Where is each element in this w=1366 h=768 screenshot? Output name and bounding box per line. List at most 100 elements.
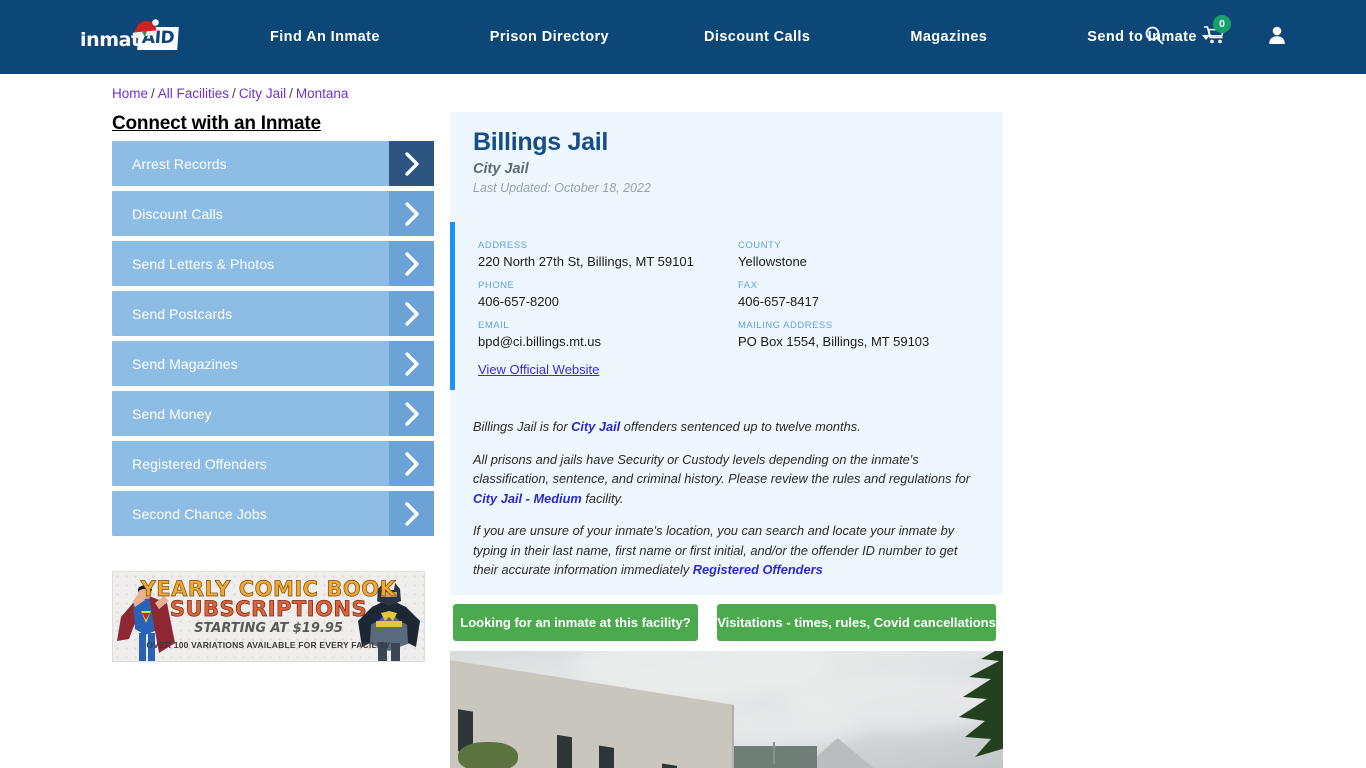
description-paragraph-1: Billings Jail is for City Jail offenders… <box>473 417 985 437</box>
last-updated-text: Last Updated: October 18, 2022 <box>473 180 651 195</box>
breadcrumb-item-home[interactable]: Home <box>112 86 148 101</box>
contact-grid: ADDRESS 220 North 27th St, Billings, MT … <box>478 240 998 360</box>
field-value: PO Box 1554, Billings, MT 59103 <box>738 334 930 349</box>
sidebar-item-label: Send Letters & Photos <box>132 255 275 272</box>
field-value: Yellowstone <box>738 254 807 269</box>
sidebar-title: Connect with an Inmate <box>112 113 321 134</box>
chevron-right-icon <box>389 191 434 236</box>
visitation-info-button[interactable]: Visitations - times, rules, Covid cancel… <box>717 604 996 641</box>
santa-hat-icon <box>134 19 159 37</box>
ad-price-text: STARTING AT $19.95 <box>194 621 343 636</box>
field-label: PHONE <box>478 280 515 291</box>
header-icon-group: 0 <box>1144 0 1366 74</box>
breadcrumb-separator: / <box>151 86 155 101</box>
sidebar-item-label: Send Postcards <box>132 305 233 322</box>
ad-headline-line2: SUBSCRIPTIONS <box>169 597 368 622</box>
description-paragraph-3: If you are unsure of your inmate's locat… <box>473 521 985 580</box>
sidebar-item-label: Arrest Records <box>132 155 227 172</box>
sidebar-item-send-letters-photos[interactable]: Send Letters & Photos <box>112 241 434 286</box>
facility-exterior-photo <box>450 651 1003 768</box>
sidebar-menu: Arrest Records Discount Calls Send Lette… <box>112 141 434 541</box>
facility-contact-section: ADDRESS 220 North 27th St, Billings, MT … <box>450 222 1003 390</box>
photo-secondary-building <box>722 746 817 768</box>
field-label: FAX <box>738 280 758 291</box>
desc-text: offenders sentenced up to twelve months. <box>620 419 861 434</box>
photo-foreground-bush <box>458 742 518 768</box>
chevron-right-icon <box>389 241 434 286</box>
field-value: bpd@ci.billings.mt.us <box>478 334 602 349</box>
chevron-right-icon <box>389 291 434 336</box>
page-title: Billings Jail <box>473 128 609 156</box>
sidebar-item-second-chance-jobs[interactable]: Second Chance Jobs <box>112 491 434 536</box>
breadcrumb-item-montana[interactable]: Montana <box>296 86 349 101</box>
link-registered-offenders[interactable]: Registered Offenders <box>693 562 823 577</box>
facility-info-card: Billings Jail City Jail Last Updated: Oc… <box>450 112 1003 595</box>
desc-text: Billings Jail is for <box>473 419 572 434</box>
description-paragraph-2: All prisons and jails have Security or C… <box>473 450 985 509</box>
desc-text: All prisons and jails have Security or C… <box>473 451 970 487</box>
sidebar-item-send-postcards[interactable]: Send Postcards <box>112 291 434 336</box>
field-label: MAILING ADDRESS <box>738 320 833 331</box>
cart-icon[interactable]: 0 <box>1203 14 1231 50</box>
chevron-right-icon <box>389 391 434 436</box>
breadcrumb-separator: / <box>232 86 236 101</box>
contact-row: EMAIL bpd@ci.billings.mt.us MAILING ADDR… <box>478 320 998 349</box>
photo-light-pole <box>773 742 775 764</box>
sidebar-item-label: Send Magazines <box>132 355 238 372</box>
chevron-right-icon <box>389 441 434 486</box>
link-city-jail-medium[interactable]: City Jail - Medium <box>473 491 582 506</box>
contact-field-address: ADDRESS 220 North 27th St, Billings, MT … <box>478 240 738 269</box>
site-header: inmate AID Find An Inmate Prison Directo… <box>0 0 1366 74</box>
field-value: 406-657-8200 <box>478 294 559 309</box>
contact-field-email: EMAIL bpd@ci.billings.mt.us <box>478 320 738 349</box>
sidebar-item-discount-calls[interactable]: Discount Calls <box>112 191 434 236</box>
photo-tree <box>959 651 1003 757</box>
user-icon[interactable] <box>1268 25 1286 50</box>
view-official-website-link[interactable]: View Official Website <box>478 362 599 377</box>
link-city-jail[interactable]: City Jail <box>571 419 620 434</box>
inmate-search-button[interactable]: Looking for an inmate at this facility? <box>453 604 698 641</box>
sidebar-item-arrest-records[interactable]: Arrest Records <box>112 141 434 186</box>
contact-field-county: COUNTY Yellowstone <box>738 240 998 269</box>
ad-subtext: OVER 100 VARIATIONS AVAILABLE FOR EVERY … <box>146 640 391 650</box>
field-value: 406-657-8417 <box>738 294 819 309</box>
nav-item-magazines[interactable]: Magazines <box>910 29 987 45</box>
breadcrumb-item-all-facilities[interactable]: All Facilities <box>158 86 229 101</box>
breadcrumb-separator: / <box>289 86 293 101</box>
contact-field-fax: FAX 406-657-8417 <box>738 280 998 309</box>
facility-type: City Jail <box>473 160 529 177</box>
breadcrumb-item-city-jail[interactable]: City Jail <box>239 86 286 101</box>
desc-text: facility. <box>581 490 624 506</box>
field-label: ADDRESS <box>478 240 528 251</box>
contact-row: ADDRESS 220 North 27th St, Billings, MT … <box>478 240 998 269</box>
chevron-right-icon <box>389 341 434 386</box>
sidebar-item-label: Discount Calls <box>132 205 223 222</box>
nav-item-prison-directory[interactable]: Prison Directory <box>490 29 609 45</box>
sidebar-item-send-magazines[interactable]: Send Magazines <box>112 341 434 386</box>
field-value: 220 North 27th St, Billings, MT 59101 <box>478 254 694 269</box>
cart-count-badge: 0 <box>1213 14 1231 33</box>
field-label: EMAIL <box>478 320 510 331</box>
breadcrumb: Home / All Facilities / City Jail / Montana <box>112 86 348 101</box>
photo-window <box>557 734 572 768</box>
sidebar-item-label: Second Chance Jobs <box>132 505 267 522</box>
chevron-right-icon <box>389 141 434 186</box>
sidebar-item-send-money[interactable]: Send Money <box>112 391 434 436</box>
nav-item-discount-calls[interactable]: Discount Calls <box>704 29 810 45</box>
site-logo[interactable]: inmate AID <box>80 18 190 58</box>
search-icon[interactable] <box>1144 25 1164 50</box>
facility-header: Billings Jail City Jail Last Updated: Oc… <box>450 112 1003 195</box>
nav-item-find-an-inmate[interactable]: Find An Inmate <box>270 29 380 45</box>
chevron-right-icon <box>389 491 434 536</box>
comic-book-ad-banner[interactable]: YEARLY COMIC BOOK SUBSCRIPTIONS STARTING… <box>112 571 425 662</box>
sidebar-item-registered-offenders[interactable]: Registered Offenders <box>112 441 434 486</box>
photo-window <box>599 745 614 768</box>
facility-description: Billings Jail is for City Jail offenders… <box>473 417 985 593</box>
photo-window <box>662 763 677 768</box>
contact-field-mailing-address: MAILING ADDRESS PO Box 1554, Billings, M… <box>738 320 998 349</box>
sidebar-item-label: Send Money <box>132 405 212 422</box>
sidebar-item-label: Registered Offenders <box>132 455 267 472</box>
field-label: COUNTY <box>738 240 782 251</box>
contact-row: PHONE 406-657-8200 FAX 406-657-8417 <box>478 280 998 309</box>
contact-field-phone: PHONE 406-657-8200 <box>478 280 738 309</box>
